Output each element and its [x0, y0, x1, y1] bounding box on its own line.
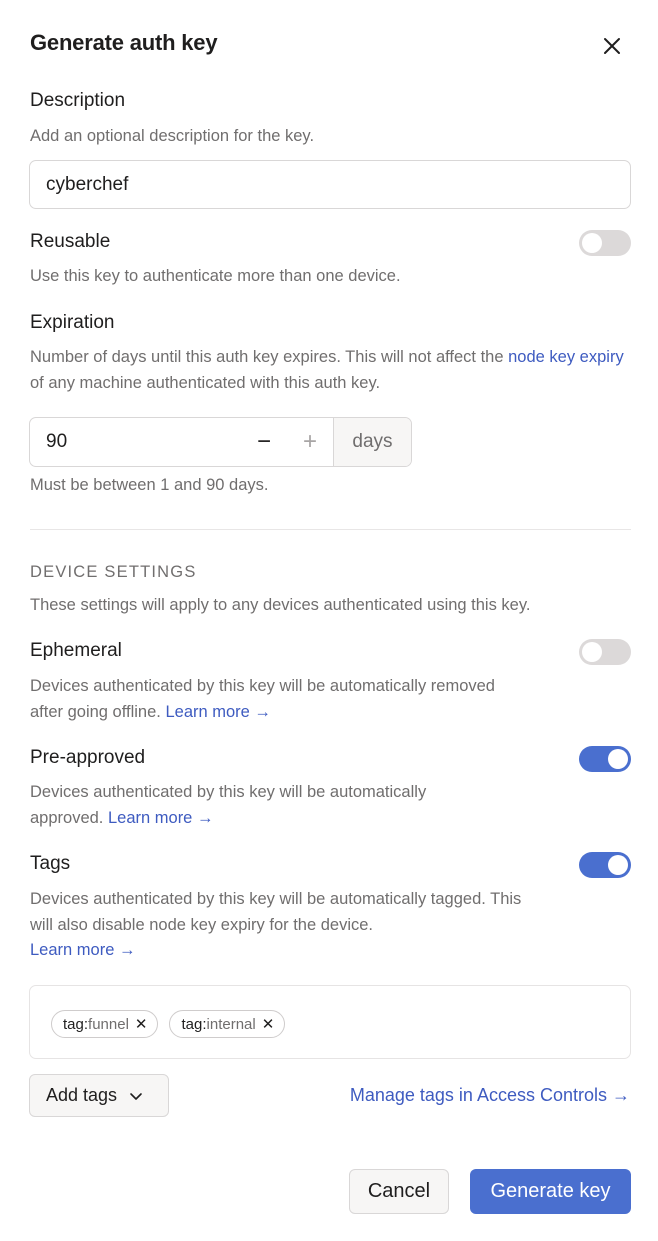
device-settings-help: These settings will apply to any devices… [30, 596, 531, 614]
ephemeral-label: Ephemeral [30, 640, 122, 661]
remove-tag-icon[interactable]: ✕ [262, 1015, 275, 1033]
ephemeral-toggle[interactable] [579, 639, 631, 665]
generate-key-button[interactable]: Generate key [470, 1169, 631, 1214]
dialog-title: Generate auth key [30, 30, 218, 55]
close-button[interactable] [598, 32, 626, 60]
expiration-hint: Must be between 1 and 90 days. [30, 476, 269, 494]
add-tags-dropdown[interactable]: Add tags [29, 1074, 169, 1117]
preapproved-learn-more-link[interactable]: Learn more → [108, 809, 213, 827]
description-input[interactable] [29, 160, 631, 209]
toggle-knob [582, 642, 602, 662]
toggle-knob [582, 233, 602, 253]
device-settings-heading: DEVICE SETTINGS [30, 563, 197, 581]
expiration-days-input[interactable]: 90 [30, 418, 241, 466]
manage-tags-link[interactable]: Manage tags in Access Controls → [350, 1085, 630, 1106]
ephemeral-help: Devices authenticated by this key will b… [30, 673, 500, 725]
reusable-label: Reusable [30, 231, 111, 252]
expiration-stepper: 90 − + days [29, 417, 412, 467]
plus-icon: + [302, 428, 317, 455]
description-help: Add an optional description for the key. [30, 127, 315, 145]
decrement-button[interactable]: − [241, 418, 287, 466]
expiration-label: Expiration [30, 312, 115, 333]
expiration-help-prefix: Number of days until this auth key expir… [30, 348, 509, 366]
tags-label: Tags [30, 853, 71, 874]
minus-icon: − [256, 428, 271, 455]
reusable-toggle[interactable] [579, 230, 631, 256]
tags-help: Devices authenticated by this key will b… [30, 890, 522, 934]
expiration-help-suffix: of any machine authenticated with this a… [30, 374, 381, 392]
increment-button[interactable]: + [287, 418, 333, 466]
tags-toggle[interactable] [579, 852, 631, 878]
tag-name: funnel [88, 1015, 129, 1033]
reusable-help: Use this key to authenticate more than o… [30, 267, 401, 285]
preapproved-label: Pre-approved [30, 747, 146, 768]
toggle-knob [608, 749, 628, 769]
tags-learn-more-link[interactable]: Learn more → [30, 937, 135, 963]
preapproved-toggle[interactable] [579, 746, 631, 772]
ephemeral-learn-more-link[interactable]: Learn more → [165, 703, 270, 721]
tag-chip: tag: funnel ✕ [51, 1010, 159, 1038]
tag-prefix: tag: [63, 1015, 89, 1033]
add-tags-label: Add tags [46, 1085, 118, 1105]
tag-chip: tag: internal ✕ [169, 1010, 286, 1038]
section-divider [30, 529, 631, 530]
chevron-down-icon [130, 1092, 142, 1100]
tag-prefix: tag: [181, 1015, 207, 1033]
close-icon [604, 38, 620, 54]
tags-container: tag: funnel ✕ tag: internal ✕ [29, 985, 631, 1059]
description-label: Description [30, 90, 126, 111]
days-unit-label: days [333, 418, 411, 466]
remove-tag-icon[interactable]: ✕ [135, 1015, 148, 1033]
toggle-knob [608, 855, 628, 875]
cancel-button[interactable]: Cancel [349, 1169, 449, 1214]
node-key-expiry-link[interactable]: node key expiry [508, 348, 624, 366]
expiration-help: Number of days until this auth key expir… [30, 344, 630, 396]
preapproved-help-text: Devices authenticated by this key will b… [30, 783, 427, 827]
tag-name: internal [206, 1015, 256, 1033]
preapproved-help: Devices authenticated by this key will b… [30, 779, 500, 831]
